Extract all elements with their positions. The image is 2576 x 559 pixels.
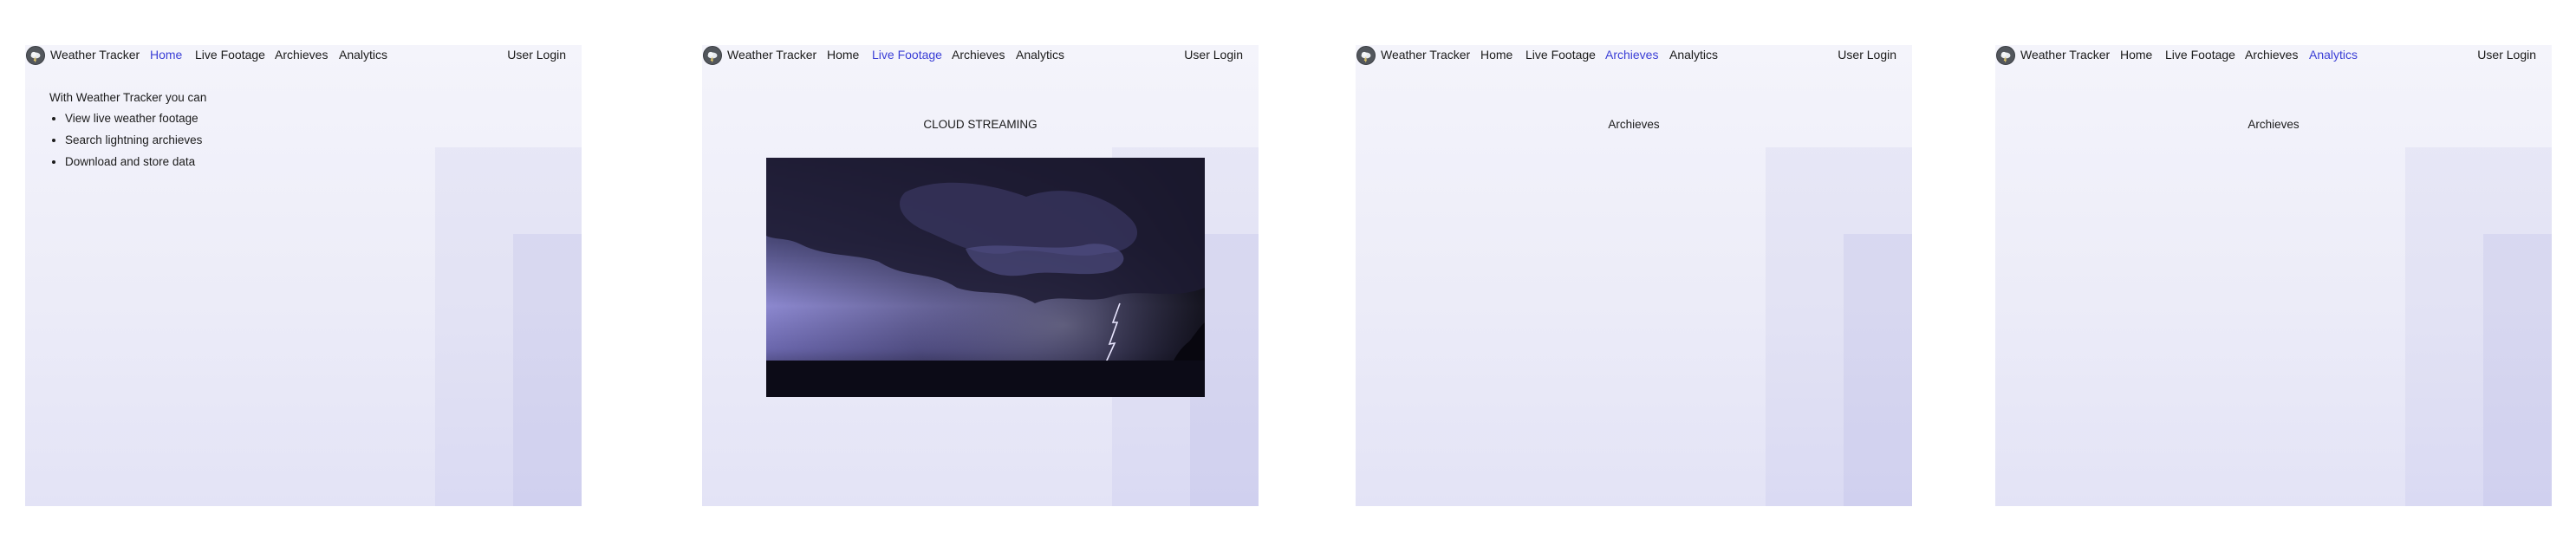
nav-analytics[interactable]: Analytics — [339, 48, 387, 62]
feature-item: Download and store data — [65, 154, 206, 169]
user-login-link[interactable]: User Login — [1184, 48, 1243, 62]
background-panel — [513, 234, 582, 506]
nav-archieves[interactable]: Archieves — [952, 48, 1005, 62]
nav-home[interactable]: Home — [1480, 48, 1512, 62]
nav-live-footage[interactable]: Live Footage — [1525, 48, 1596, 62]
page-title: Archieves — [1608, 118, 1660, 131]
feature-list: View live weather footage Search lightni… — [49, 111, 206, 169]
brand-name[interactable]: Weather Tracker — [727, 48, 816, 62]
nav-archieves[interactable]: Archieves — [1605, 48, 1658, 62]
screen-archieves: Weather Tracker Home Live Footage Archie… — [1356, 45, 1912, 506]
user-login-link[interactable]: User Login — [1838, 48, 1896, 62]
nav-live-footage[interactable]: Live Footage — [872, 48, 942, 62]
background-panel — [2483, 234, 2552, 506]
nav-analytics[interactable]: Analytics — [2309, 48, 2358, 62]
cloud-storm-icon[interactable] — [703, 46, 722, 65]
lightning-storm-video[interactable] — [766, 158, 1205, 397]
user-login-link[interactable]: User Login — [2477, 48, 2536, 62]
nav-home[interactable]: Home — [827, 48, 859, 62]
intro-heading: With Weather Tracker you can — [49, 91, 207, 104]
brand-name[interactable]: Weather Tracker — [1381, 48, 1470, 62]
feature-item: Search lightning archieves — [65, 133, 206, 147]
nav-live-footage[interactable]: Live Footage — [2165, 48, 2235, 62]
screen-analytics: Weather Tracker Home Live Footage Archie… — [1995, 45, 2552, 506]
page-title: CLOUD STREAMING — [923, 118, 1038, 131]
cloud-storm-icon[interactable] — [1996, 46, 2015, 65]
nav-live-footage[interactable]: Live Footage — [195, 48, 265, 62]
navbar: Weather Tracker Home Live Footage Archie… — [1995, 45, 2552, 66]
nav-home[interactable]: Home — [150, 48, 182, 62]
cloud-storm-icon[interactable] — [26, 46, 45, 65]
screen-home: Weather Tracker Home Live Footage Archie… — [25, 45, 582, 506]
background-panel — [1844, 234, 1912, 506]
navbar: Weather Tracker Home Live Footage Archie… — [25, 45, 582, 66]
page-title: Archieves — [2247, 118, 2300, 131]
brand-name[interactable]: Weather Tracker — [2020, 48, 2110, 62]
nav-archieves[interactable]: Archieves — [275, 48, 328, 62]
feature-item: View live weather footage — [65, 111, 206, 126]
navbar: Weather Tracker Home Live Footage Archie… — [1356, 45, 1912, 66]
brand-name[interactable]: Weather Tracker — [50, 48, 140, 62]
nav-archieves[interactable]: Archieves — [2245, 48, 2298, 62]
navbar: Weather Tracker Home Live Footage Archie… — [702, 45, 1259, 66]
nav-analytics[interactable]: Analytics — [1016, 48, 1064, 62]
intro-section: With Weather Tracker you can View live w… — [49, 91, 206, 176]
user-login-link[interactable]: User Login — [507, 48, 566, 62]
screen-live-footage: Weather Tracker Home Live Footage Archie… — [702, 45, 1259, 506]
nav-analytics[interactable]: Analytics — [1669, 48, 1718, 62]
cloud-storm-icon[interactable] — [1356, 46, 1376, 65]
nav-home[interactable]: Home — [2120, 48, 2152, 62]
